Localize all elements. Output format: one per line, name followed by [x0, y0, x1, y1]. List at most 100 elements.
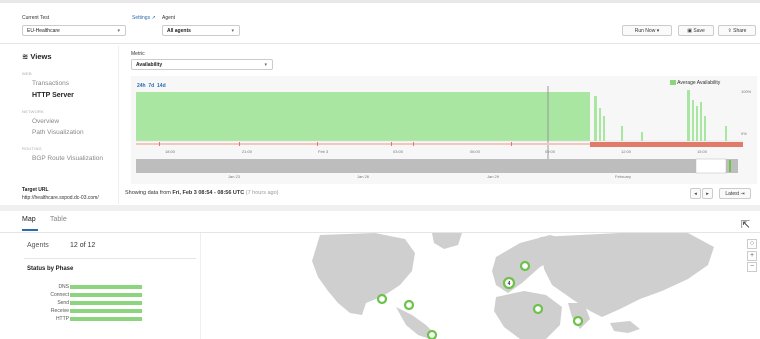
phase-bar: [70, 293, 142, 297]
x-tick-3: Feb 3: [318, 149, 329, 154]
agent-marker[interactable]: [532, 303, 544, 315]
sidebar-divider: [118, 46, 119, 204]
error-tick: [511, 142, 512, 146]
agent-label: Agent: [162, 15, 176, 21]
tab-map[interactable]: Map: [22, 216, 36, 223]
availability-area: [136, 92, 590, 141]
agent-marker[interactable]: [376, 293, 388, 305]
availability-chart[interactable]: [131, 86, 743, 184]
run-now-label: Run Now: [634, 28, 656, 34]
overview-strip[interactable]: [136, 159, 696, 173]
share-icon: ⇪: [727, 28, 732, 34]
x-tick-5: 06:00: [470, 149, 481, 154]
overview-strip-tail: [726, 159, 738, 173]
zoom-in-button[interactable]: +: [747, 251, 757, 261]
metric-value: Availability: [136, 62, 163, 68]
layers-icon: ≋: [22, 52, 29, 61]
phase-label: HTTP: [55, 316, 69, 322]
target-url-label: Target URL: [22, 187, 49, 193]
divider: [0, 43, 760, 44]
phase-row-connect: Connect: [24, 292, 142, 298]
external-link-icon: ↗: [151, 15, 156, 21]
sidebar-item-http-server[interactable]: HTTP Server: [32, 92, 74, 99]
continent-north-america: [312, 233, 415, 315]
chevron-right-icon: ▸: [706, 191, 709, 197]
availability-spike: [687, 90, 690, 141]
availability-spike: [692, 100, 694, 141]
phase-row-receive: Receive: [24, 308, 142, 314]
settings-link[interactable]: Settings ↗: [132, 15, 156, 21]
target-url-value[interactable]: http://healthcare.sxpod.dc-03.com/: [22, 195, 99, 201]
availability-spike: [700, 102, 702, 141]
latest-button[interactable]: Latest ⇥: [719, 188, 751, 199]
chevron-down-icon: ▾: [264, 62, 267, 68]
phase-bar: [70, 285, 142, 289]
agent-cluster-count: 4: [508, 281, 511, 287]
overview-tick-4: February: [615, 174, 632, 179]
section-heading-routing: ROUTING: [22, 146, 42, 151]
availability-spike: [704, 116, 706, 141]
phase-bar: [70, 309, 142, 313]
share-label: Share: [733, 28, 747, 34]
current-test-select[interactable]: EU-Healthcare ▾: [22, 25, 126, 36]
save-icon: ▣: [687, 28, 692, 34]
error-band: [590, 142, 743, 147]
showing-prefix: Showing data from: [125, 190, 171, 196]
phase-label: Receive: [50, 308, 69, 314]
sidebar-item-bgp-route-visualization[interactable]: BGP Route Visualization: [32, 155, 103, 162]
plus-icon: +: [749, 252, 755, 259]
share-button[interactable]: ⇪ Share: [718, 25, 756, 36]
run-now-button[interactable]: Run Now ▾: [622, 25, 672, 36]
x-tick-2: 21:00: [242, 149, 253, 154]
metric-label: Metric: [131, 51, 145, 57]
metric-select[interactable]: Availability ▾: [131, 59, 273, 70]
prev-button[interactable]: ◂: [690, 188, 701, 199]
top-strip: [0, 0, 760, 3]
sidebar-item-path-visualization[interactable]: Path Visualization: [32, 129, 84, 136]
tab-table[interactable]: Table: [50, 216, 67, 223]
agent-marker[interactable]: [403, 299, 415, 311]
phase-label: DNS: [58, 284, 69, 290]
save-label: Save: [693, 28, 705, 34]
sidebar-item-transactions[interactable]: Transactions: [32, 80, 69, 87]
reset-view-icon: ○: [749, 240, 755, 247]
agent-marker[interactable]: [519, 260, 531, 272]
views-title-text: Views: [30, 52, 52, 61]
continent-asia: [540, 233, 714, 317]
status-by-phase-title: Status by Phase: [27, 266, 74, 272]
overview-spike: [729, 160, 731, 172]
showing-range: Fri, Feb 3 08:54 - 08:56 UTC: [172, 190, 245, 196]
agent-marker[interactable]: [572, 315, 584, 327]
agents-value: 12 of 12: [70, 242, 96, 249]
current-test-label: Current Test: [22, 15, 50, 21]
save-button[interactable]: ▣ Save: [678, 25, 714, 36]
x-tick-7: 12:00: [621, 149, 632, 154]
zoom-out-button[interactable]: −: [747, 262, 757, 272]
phase-bar: [70, 301, 142, 305]
zoom-reset-button[interactable]: ○: [747, 239, 757, 249]
showing-ago: (7 hours ago): [245, 190, 279, 196]
agents-label: Agents: [27, 242, 49, 249]
minus-icon: −: [749, 263, 755, 270]
overview-window[interactable]: [695, 158, 727, 174]
agent-value: All agents: [167, 28, 191, 34]
next-button[interactable]: ▸: [702, 188, 713, 199]
section-divider: [0, 205, 760, 211]
caret-down-icon: ▾: [656, 28, 660, 34]
availability-spike: [599, 108, 601, 141]
x-tick-4: 03:00: [393, 149, 404, 154]
error-tick: [159, 142, 160, 146]
tab-active-indicator: [22, 229, 38, 231]
availability-spike: [641, 132, 643, 141]
showing-data-text: Showing data from Fri, Feb 3 08:54 - 08:…: [125, 190, 278, 196]
x-tick-6: 09:00: [545, 149, 556, 154]
section-heading-network: NETWORK: [22, 109, 44, 114]
agent-marker[interactable]: [426, 329, 438, 339]
agent-select[interactable]: All agents ▾: [162, 25, 240, 36]
sidebar-item-overview[interactable]: Overview: [32, 118, 59, 125]
error-tick: [391, 142, 392, 146]
chevron-down-icon: ▾: [231, 28, 234, 34]
latest-label: Latest: [725, 191, 740, 197]
world-map[interactable]: 4: [200, 233, 740, 339]
availability-spike: [696, 106, 698, 141]
